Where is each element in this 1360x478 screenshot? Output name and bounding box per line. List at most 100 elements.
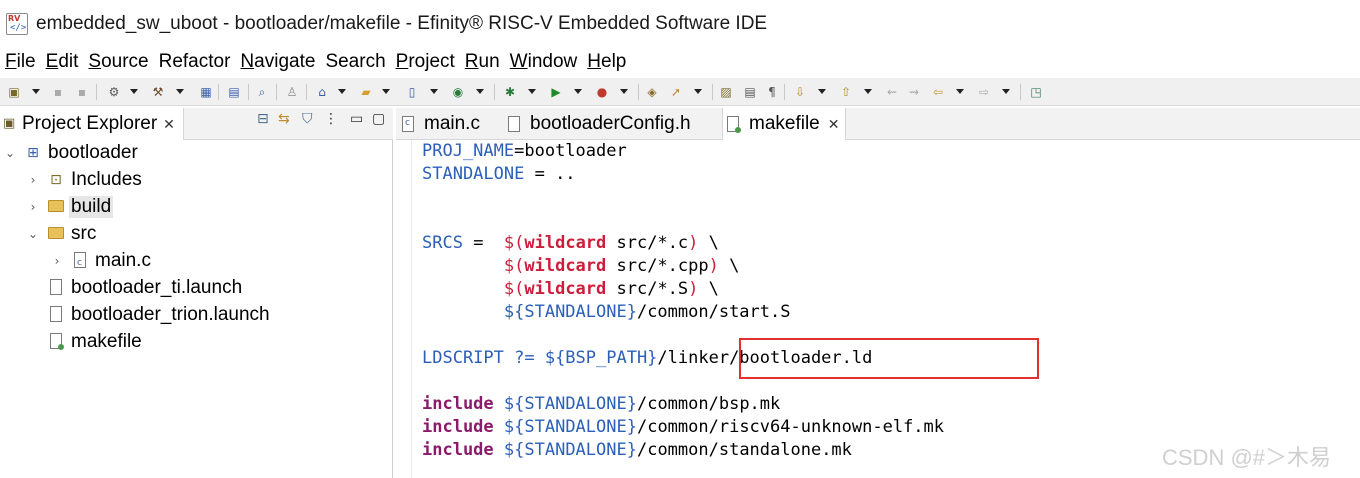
minimize-icon[interactable]: ▭	[350, 111, 363, 127]
watermark: CSDN @#＞木易	[1162, 445, 1332, 470]
maximize-icon[interactable]: ▢	[372, 111, 385, 127]
chevron-right-icon[interactable]: ›	[27, 200, 39, 214]
tab-makefile[interactable]: makefile ✕	[722, 108, 847, 140]
chevron-down-icon[interactable]: ⌄	[27, 227, 39, 241]
block-select-icon[interactable]: ▤	[742, 84, 758, 100]
tree-item-makefile[interactable]: makefile	[47, 328, 144, 355]
menu-source[interactable]: Source	[83, 51, 153, 73]
tab-project-explorer[interactable]: ▣ Project Explorer ✕	[0, 108, 184, 140]
debug-dropdown-icon[interactable]	[528, 89, 536, 94]
tab-label: bootloaderConfig.h	[530, 113, 691, 134]
next-annotation-icon[interactable]: ⇩	[792, 84, 808, 100]
menu-refactor[interactable]: Refactor	[154, 51, 236, 73]
link-editor-icon[interactable]: ⇆	[278, 111, 290, 127]
menu-file[interactable]: File	[0, 51, 41, 73]
code-line-srcs-cpp: $(wildcard src/*.cpp) \	[503, 256, 740, 276]
tree-item-label: bootloader	[48, 141, 138, 163]
run-dropdown-icon[interactable]	[574, 89, 582, 94]
chevron-down-icon[interactable]: ⌄	[4, 146, 16, 160]
prev-annotation-dropdown-icon[interactable]	[864, 89, 872, 94]
new-folder-icon[interactable]: ▰	[358, 84, 374, 100]
code-line-srcs-s: $(wildcard src/*.S) \	[503, 279, 719, 299]
back-arrow-icon[interactable]: ⇦	[930, 84, 946, 100]
menu-edit[interactable]: Edit	[41, 51, 84, 73]
debug-person-icon[interactable]: ♙	[284, 84, 300, 100]
tree-item-bootloader-ti-launch[interactable]: bootloader_ti.launch	[47, 274, 244, 301]
forward-edit-icon[interactable]: ⇝	[906, 84, 922, 100]
new-source-dropdown-icon[interactable]	[430, 89, 438, 94]
run-play-icon[interactable]: ▶	[548, 84, 564, 100]
debug-bug-icon[interactable]: ✱	[502, 84, 518, 100]
menu-project[interactable]: Project	[391, 51, 460, 73]
tree-item-bootloader[interactable]: ⌄ ⊞ bootloader	[4, 139, 140, 166]
tree-item-label: bootloader_trion.launch	[71, 303, 270, 325]
tree-item-label: main.c	[95, 249, 151, 271]
menu-run[interactable]: Run	[460, 51, 505, 73]
new-folder-dropdown-icon[interactable]	[382, 89, 390, 94]
tab-bootloaderconfig-h[interactable]: bootloaderConfig.h	[508, 108, 691, 140]
tab-project-explorer-label: Project Explorer	[22, 113, 158, 134]
settings-dropdown-icon[interactable]	[130, 89, 138, 94]
tree-item-main-c[interactable]: › main.c	[51, 247, 153, 274]
back-dropdown-icon[interactable]	[956, 89, 964, 94]
tree-item-label: makefile	[71, 330, 142, 352]
menu-navigate[interactable]: Navigate	[235, 51, 320, 73]
close-icon[interactable]: ✕	[828, 116, 840, 133]
next-annotation-dropdown-icon[interactable]	[818, 89, 826, 94]
binary-icon[interactable]: ▦	[198, 84, 214, 100]
external-tools-icon[interactable]: ●	[594, 84, 610, 100]
c-file-icon	[71, 251, 89, 272]
chevron-right-icon[interactable]: ›	[27, 173, 39, 187]
save-icon[interactable]: ▪	[50, 84, 66, 100]
last-edit-icon[interactable]: ⇜	[884, 84, 900, 100]
folder-icon	[47, 225, 65, 243]
tab-main-c[interactable]: main.c	[402, 108, 480, 140]
close-icon[interactable]: ✕	[163, 116, 175, 133]
external-tools-dropdown-icon[interactable]	[620, 89, 628, 94]
tree-item-src[interactable]: ⌄ src	[27, 220, 98, 247]
tree-item-includes[interactable]: › ⊡ Includes	[27, 166, 144, 193]
code-line-1: PROJ_NAME=bootloader	[422, 141, 627, 161]
open-type-icon[interactable]: ◈	[644, 84, 660, 100]
new-dropdown-icon[interactable]	[32, 89, 40, 94]
new-project-icon[interactable]: ⌂	[314, 84, 330, 100]
main-toolbar: ▣ ▪ ▪ ⚙ ⚒ ▦ ▤ ⌕ ♙ ⌂ ▰ ▯ ◉ ✱ ▶ ● ◈ ➚ ▨ ▤ …	[0, 78, 1360, 106]
prev-annotation-icon[interactable]: ⇧	[838, 84, 854, 100]
menu-search[interactable]: Search	[320, 51, 390, 73]
tree-item-bootloader-trion-launch[interactable]: bootloader_trion.launch	[47, 301, 272, 328]
filter-icon[interactable]: ⛉	[302, 111, 313, 127]
search-tool-icon[interactable]: ⌕	[254, 84, 270, 100]
code-line-include-bsp: include ${STANDALONE}/common/bsp.mk	[422, 394, 781, 414]
project-explorer-panel: ▣ Project Explorer ✕ ⊟ ⇆ ⛉ ⋮ ▭ ▢ ⌄ ⊞ boo…	[0, 108, 393, 478]
tree-item-build[interactable]: › build	[27, 193, 114, 220]
new-project-dropdown-icon[interactable]	[338, 89, 346, 94]
show-whitespace-icon[interactable]: ¶	[764, 84, 780, 100]
save-all-icon[interactable]: ▪	[74, 84, 90, 100]
makefile-icon	[47, 332, 65, 351]
new-source-icon[interactable]: ▯	[404, 84, 420, 100]
forward-dropdown-icon[interactable]	[1002, 89, 1010, 94]
menu-window[interactable]: Window	[505, 51, 583, 73]
build-hammer-icon[interactable]: ⚒	[150, 84, 166, 100]
new-icon[interactable]: ▣	[6, 84, 22, 100]
code-line-2: STANDALONE = ..	[422, 164, 576, 184]
forward-arrow-icon[interactable]: ⇨	[976, 84, 992, 100]
launch-file-icon	[47, 305, 65, 324]
menu-bar: File Edit Source Refactor Navigate Searc…	[0, 48, 1360, 76]
menu-help[interactable]: Help	[582, 51, 631, 73]
console-icon[interactable]: ▤	[226, 84, 242, 100]
collapse-all-icon[interactable]: ⊟	[257, 111, 269, 127]
new-class-icon[interactable]: ◉	[450, 84, 466, 100]
app-logo-icon: RV </>	[6, 13, 28, 35]
settings-gear-icon[interactable]: ⚙	[106, 84, 122, 100]
new-class-dropdown-icon[interactable]	[476, 89, 484, 94]
toggle-mark-icon[interactable]: ▨	[718, 84, 734, 100]
view-menu-icon[interactable]: ⋮	[324, 111, 338, 127]
launch-dropdown-icon[interactable]	[694, 89, 702, 94]
build-dropdown-icon[interactable]	[176, 89, 184, 94]
tree-item-label: build	[69, 195, 114, 218]
chevron-right-icon[interactable]: ›	[51, 254, 63, 268]
editor-gutter	[396, 140, 412, 478]
launch-rocket-icon[interactable]: ➚	[668, 84, 684, 100]
open-perspective-icon[interactable]: ◳	[1028, 84, 1044, 100]
